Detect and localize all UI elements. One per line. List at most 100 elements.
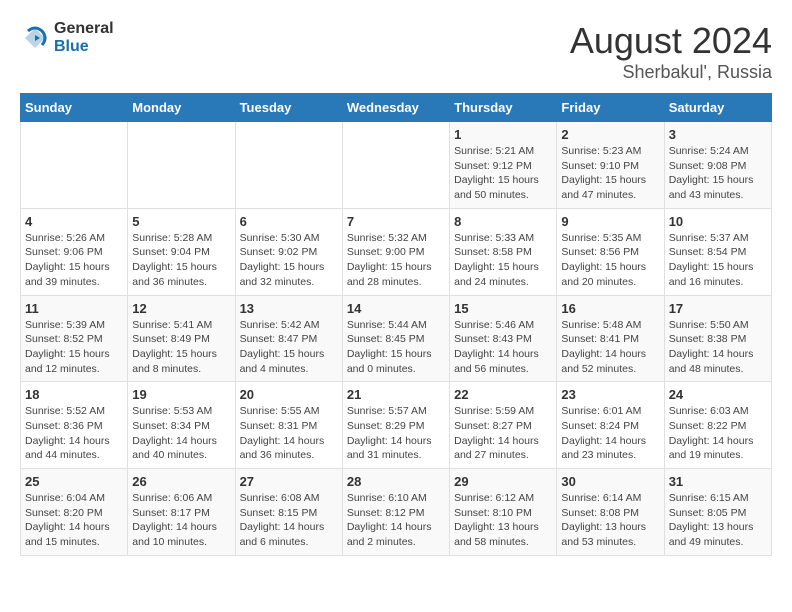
logo: General Blue xyxy=(20,20,114,55)
day-info: Sunrise: 5:23 AM Sunset: 9:10 PM Dayligh… xyxy=(561,144,659,203)
day-info: Sunrise: 5:44 AM Sunset: 8:45 PM Dayligh… xyxy=(347,318,445,377)
day-info: Sunrise: 5:55 AM Sunset: 8:31 PM Dayligh… xyxy=(240,404,338,463)
calendar-cell: 7Sunrise: 5:32 AM Sunset: 9:00 PM Daylig… xyxy=(342,208,449,295)
calendar-cell: 9 Sunrise: 5:35 AM Sunset: 8:56 PM Daylig… xyxy=(557,208,664,295)
day-info: Sunrise: 5:48 AM Sunset: 8:41 PM Dayligh… xyxy=(561,318,659,377)
calendar-cell: 14 Sunrise: 5:44 AM Sunset: 8:45 PM Dayli… xyxy=(342,295,449,382)
day-info: Sunrise: 6:08 AM Sunset: 8:15 PM Dayligh… xyxy=(240,491,338,550)
day-number: 27 xyxy=(240,474,338,489)
day-number: 3 xyxy=(669,127,767,142)
day-number: 31 xyxy=(669,474,767,489)
day-info: Sunrise: 5:53 AM Sunset: 8:34 PM Dayligh… xyxy=(132,404,230,463)
day-info: Sunrise: 5:41 AM Sunset: 8:49 PM Dayligh… xyxy=(132,318,230,377)
day-info: Sunrise: 5:32 AM Sunset: 9:00 PM Dayligh… xyxy=(347,231,445,290)
calendar-body: 1Sunrise: 5:21 AM Sunset: 9:12 PM Daylig… xyxy=(21,122,772,556)
logo-icon xyxy=(20,23,50,53)
calendar-cell: 21 Sunrise: 5:57 AM Sunset: 8:29 PM Dayli… xyxy=(342,382,449,469)
calendar-cell: 10 Sunrise: 5:37 AM Sunset: 8:54 PM Dayli… xyxy=(664,208,771,295)
calendar-cell xyxy=(342,122,449,209)
month-year-title: August 2024 xyxy=(570,20,772,62)
day-info: Sunrise: 5:28 AM Sunset: 9:04 PM Dayligh… xyxy=(132,231,230,290)
header-day-wednesday: Wednesday xyxy=(342,94,449,122)
week-row-5: 25 Sunrise: 6:04 AM Sunset: 8:20 PM Dayli… xyxy=(21,469,772,556)
calendar-cell: 17 Sunrise: 5:50 AM Sunset: 8:38 PM Dayli… xyxy=(664,295,771,382)
day-number: 5 xyxy=(132,214,230,229)
calendar-header: SundayMondayTuesdayWednesdayThursdayFrid… xyxy=(21,94,772,122)
calendar-cell: 13 Sunrise: 5:42 AM Sunset: 8:47 PM Dayli… xyxy=(235,295,342,382)
day-info: Sunrise: 5:30 AM Sunset: 9:02 PM Dayligh… xyxy=(240,231,338,290)
day-info: Sunrise: 6:15 AM Sunset: 8:05 PM Dayligh… xyxy=(669,491,767,550)
day-number: 10 xyxy=(669,214,767,229)
day-number: 25 xyxy=(25,474,123,489)
calendar-cell: 22 Sunrise: 5:59 AM Sunset: 8:27 PM Dayli… xyxy=(450,382,557,469)
calendar-cell: 5 Sunrise: 5:28 AM Sunset: 9:04 PM Daylig… xyxy=(128,208,235,295)
calendar-cell: 12 Sunrise: 5:41 AM Sunset: 8:49 PM Dayli… xyxy=(128,295,235,382)
day-info: Sunrise: 5:35 AM Sunset: 8:56 PM Dayligh… xyxy=(561,231,659,290)
header-day-sunday: Sunday xyxy=(21,94,128,122)
day-info: Sunrise: 6:06 AM Sunset: 8:17 PM Dayligh… xyxy=(132,491,230,550)
day-info: Sunrise: 5:52 AM Sunset: 8:36 PM Dayligh… xyxy=(25,404,123,463)
day-number: 15 xyxy=(454,301,552,316)
day-number: 22 xyxy=(454,387,552,402)
day-number: 21 xyxy=(347,387,445,402)
week-row-4: 18 Sunrise: 5:52 AM Sunset: 8:36 PM Dayli… xyxy=(21,382,772,469)
calendar-cell: 16 Sunrise: 5:48 AM Sunset: 8:41 PM Dayli… xyxy=(557,295,664,382)
day-number: 18 xyxy=(25,387,123,402)
header-day-tuesday: Tuesday xyxy=(235,94,342,122)
day-number: 17 xyxy=(669,301,767,316)
calendar-cell: 26 Sunrise: 6:06 AM Sunset: 8:17 PM Dayli… xyxy=(128,469,235,556)
calendar-cell: 20 Sunrise: 5:55 AM Sunset: 8:31 PM Dayli… xyxy=(235,382,342,469)
calendar-cell xyxy=(128,122,235,209)
day-number: 30 xyxy=(561,474,659,489)
day-number: 12 xyxy=(132,301,230,316)
day-info: Sunrise: 6:10 AM Sunset: 8:12 PM Dayligh… xyxy=(347,491,445,550)
calendar-cell: 18 Sunrise: 5:52 AM Sunset: 8:36 PM Dayli… xyxy=(21,382,128,469)
day-number: 11 xyxy=(25,301,123,316)
logo-text: General Blue xyxy=(54,20,114,55)
day-info: Sunrise: 6:12 AM Sunset: 8:10 PM Dayligh… xyxy=(454,491,552,550)
calendar-cell: 23 Sunrise: 6:01 AM Sunset: 8:24 PM Dayli… xyxy=(557,382,664,469)
header-day-monday: Monday xyxy=(128,94,235,122)
day-number: 14 xyxy=(347,301,445,316)
day-info: Sunrise: 5:37 AM Sunset: 8:54 PM Dayligh… xyxy=(669,231,767,290)
header-day-thursday: Thursday xyxy=(450,94,557,122)
day-info: Sunrise: 6:04 AM Sunset: 8:20 PM Dayligh… xyxy=(25,491,123,550)
page-header: General Blue August 2024 Sherbakul', Rus… xyxy=(20,20,772,83)
logo-general: General xyxy=(54,20,114,38)
day-info: Sunrise: 5:26 AM Sunset: 9:06 PM Dayligh… xyxy=(25,231,123,290)
calendar-cell: 2Sunrise: 5:23 AM Sunset: 9:10 PM Daylig… xyxy=(557,122,664,209)
title-block: August 2024 Sherbakul', Russia xyxy=(570,20,772,83)
day-number: 23 xyxy=(561,387,659,402)
day-number: 28 xyxy=(347,474,445,489)
day-number: 16 xyxy=(561,301,659,316)
location-title: Sherbakul', Russia xyxy=(570,62,772,83)
day-number: 26 xyxy=(132,474,230,489)
logo-blue: Blue xyxy=(54,38,114,56)
calendar-cell: 15 Sunrise: 5:46 AM Sunset: 8:43 PM Dayli… xyxy=(450,295,557,382)
day-info: Sunrise: 5:42 AM Sunset: 8:47 PM Dayligh… xyxy=(240,318,338,377)
day-number: 4 xyxy=(25,214,123,229)
day-info: Sunrise: 5:50 AM Sunset: 8:38 PM Dayligh… xyxy=(669,318,767,377)
calendar-cell: 28 Sunrise: 6:10 AM Sunset: 8:12 PM Dayli… xyxy=(342,469,449,556)
calendar-cell: 31 Sunrise: 6:15 AM Sunset: 8:05 PM Dayli… xyxy=(664,469,771,556)
header-day-saturday: Saturday xyxy=(664,94,771,122)
header-row: SundayMondayTuesdayWednesdayThursdayFrid… xyxy=(21,94,772,122)
calendar-cell: 4 Sunrise: 5:26 AM Sunset: 9:06 PM Daylig… xyxy=(21,208,128,295)
calendar-cell: 8Sunrise: 5:33 AM Sunset: 8:58 PM Daylig… xyxy=(450,208,557,295)
day-info: Sunrise: 6:01 AM Sunset: 8:24 PM Dayligh… xyxy=(561,404,659,463)
calendar-table: SundayMondayTuesdayWednesdayThursdayFrid… xyxy=(20,93,772,556)
calendar-cell: 11Sunrise: 5:39 AM Sunset: 8:52 PM Dayli… xyxy=(21,295,128,382)
week-row-3: 11Sunrise: 5:39 AM Sunset: 8:52 PM Dayli… xyxy=(21,295,772,382)
day-number: 20 xyxy=(240,387,338,402)
day-number: 1 xyxy=(454,127,552,142)
day-number: 13 xyxy=(240,301,338,316)
day-info: Sunrise: 5:59 AM Sunset: 8:27 PM Dayligh… xyxy=(454,404,552,463)
calendar-cell: 3Sunrise: 5:24 AM Sunset: 9:08 PM Daylig… xyxy=(664,122,771,209)
calendar-cell: 27 Sunrise: 6:08 AM Sunset: 8:15 PM Dayli… xyxy=(235,469,342,556)
day-info: Sunrise: 5:46 AM Sunset: 8:43 PM Dayligh… xyxy=(454,318,552,377)
day-number: 9 xyxy=(561,214,659,229)
calendar-cell: 29Sunrise: 6:12 AM Sunset: 8:10 PM Dayli… xyxy=(450,469,557,556)
day-info: Sunrise: 6:03 AM Sunset: 8:22 PM Dayligh… xyxy=(669,404,767,463)
week-row-1: 1Sunrise: 5:21 AM Sunset: 9:12 PM Daylig… xyxy=(21,122,772,209)
day-info: Sunrise: 5:57 AM Sunset: 8:29 PM Dayligh… xyxy=(347,404,445,463)
